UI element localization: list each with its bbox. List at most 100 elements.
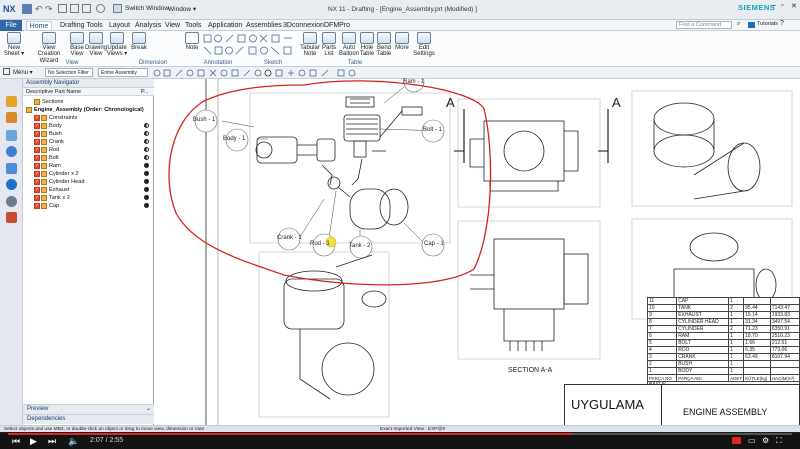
previous-icon[interactable]: ⏮ (12, 436, 20, 447)
cut-icon[interactable] (58, 4, 67, 13)
undo-icon[interactable]: ↶ (35, 4, 43, 15)
tab-dfmpro[interactable]: DFMPro (324, 21, 350, 30)
base-view-button[interactable]: Base View (68, 32, 86, 58)
switch-window-icon[interactable] (113, 4, 122, 13)
navigator-row[interactable]: ✓ Crank (34, 138, 64, 146)
navigator-row[interactable]: ✓ Constraints (34, 114, 77, 122)
visibility-checkbox[interactable]: ✓ (34, 162, 40, 169)
command-search-input[interactable]: Find a Command (676, 21, 732, 29)
column-descriptive-part-name[interactable]: Descriptive Part Name (26, 89, 81, 95)
tab-layout[interactable]: Layout (109, 21, 130, 30)
tab-file[interactable]: File (0, 20, 22, 31)
navigator-row[interactable]: Sections (34, 98, 63, 106)
fullscreen-icon[interactable]: ⛶ (776, 436, 782, 446)
paste-icon[interactable] (82, 4, 91, 13)
navigator-row[interactable]: ✓ Rod (34, 146, 59, 154)
edit-settings-button[interactable]: Edit Settings (413, 32, 435, 58)
drawing-view-button[interactable]: Drawing View (85, 32, 107, 58)
balloon-rod[interactable]: Rod - 1 (310, 241, 330, 247)
navigator-row[interactable]: ✓ Body (34, 122, 62, 130)
new-sheet-button[interactable]: New Sheet ▾ (2, 32, 26, 58)
play-icon[interactable]: ▶ (30, 436, 37, 447)
visibility-checkbox[interactable]: ✓ (34, 146, 40, 153)
parts-list-button[interactable]: Parts List (320, 32, 338, 58)
reuse-library-icon[interactable] (6, 146, 17, 157)
tab-3dconnexion[interactable]: 3Dconnexion (283, 21, 324, 30)
scope-select[interactable]: Entire Assembly (98, 68, 148, 77)
annotation-sketch-icons[interactable] (202, 33, 298, 57)
balloon-bolt[interactable]: Bolt - 1 (423, 127, 442, 133)
tutorials-link[interactable]: Tutorials (757, 21, 778, 27)
navigator-row[interactable]: ✓ Tank x 2 (34, 194, 70, 202)
captions-icon[interactable]: ▭ (748, 436, 756, 445)
navigator-row[interactable]: ✓ Ram (34, 162, 61, 170)
visibility-checkbox[interactable]: ✓ (34, 138, 40, 145)
visibility-checkbox[interactable]: ✓ (34, 170, 40, 177)
copy-icon[interactable] (70, 4, 79, 13)
next-icon[interactable]: ⏭ (48, 436, 56, 447)
redo-icon[interactable]: ↷ (45, 4, 53, 15)
visibility-checkbox[interactable]: ✓ (34, 194, 40, 201)
navigator-row[interactable]: ✓ Bolt (34, 154, 59, 162)
chevron-down-icon[interactable]: ⌄ (146, 405, 151, 412)
navigator-row[interactable]: ✓ Cap (34, 202, 59, 210)
web-browser-icon[interactable] (6, 179, 17, 190)
settings-icon[interactable]: ⚙ (762, 436, 769, 445)
hd3d-tools-icon[interactable] (6, 163, 17, 174)
visibility-checkbox[interactable]: ✓ (34, 178, 40, 185)
balloon-body[interactable]: Body - 1 (223, 136, 245, 142)
snap-icons[interactable] (152, 68, 392, 78)
search-icon[interactable]: ⌕ (737, 21, 740, 28)
auto-balloon-button[interactable]: Auto Balloon (339, 32, 359, 58)
note-button[interactable]: Note (183, 32, 201, 51)
visibility-checkbox[interactable]: ✓ (34, 114, 40, 121)
navigator-row[interactable]: Engine_Assembly (Order: Chronological) (26, 106, 144, 114)
balloon-tank[interactable]: Tank - 2 (349, 243, 370, 249)
tab-view[interactable]: View (165, 21, 180, 30)
tab-application[interactable]: Application (208, 21, 242, 30)
dependencies-panel-header[interactable]: Dependencies (23, 414, 154, 424)
tab-drafting-tools[interactable]: Drafting Tools (60, 21, 103, 30)
switch-window-button[interactable]: Switch Window (125, 5, 169, 12)
more-button[interactable]: More (394, 32, 410, 51)
visibility-checkbox[interactable]: ✓ (34, 122, 40, 129)
balloon-cap[interactable]: Cap - 1 (424, 241, 444, 247)
tab-analysis[interactable]: Analysis (135, 21, 161, 30)
visibility-checkbox[interactable]: ✓ (34, 186, 40, 193)
navigator-row[interactable]: ✓ Exhaust (34, 186, 69, 194)
break-button[interactable]: Break (130, 32, 148, 51)
tab-tools[interactable]: Tools (185, 21, 201, 30)
balloon-bush[interactable]: Bush - 1 (193, 117, 215, 123)
roles-icon[interactable] (6, 212, 17, 223)
part-navigator-icon[interactable] (6, 96, 17, 107)
balloon-ram[interactable]: Ram - 1 (403, 79, 424, 85)
selection-filter-select[interactable]: No Selection Filter (45, 68, 93, 77)
tab-assemblies[interactable]: Assemblies (246, 21, 282, 30)
bend-table-button[interactable]: Bend Table (376, 32, 392, 58)
update-views-button[interactable]: Update Views ▾ (106, 32, 128, 58)
youtube-icon[interactable] (732, 437, 741, 444)
constraint-navigator-icon[interactable] (6, 130, 17, 141)
history-icon[interactable] (6, 196, 17, 207)
help-icon[interactable]: ? (780, 20, 784, 27)
minimize-icon[interactable]: – (772, 2, 776, 9)
navigator-row[interactable]: ✓ Bush (34, 130, 62, 138)
assembly-navigator-icon[interactable] (6, 112, 17, 123)
balloon-crank[interactable]: Crank - 1 (277, 235, 302, 241)
tab-home[interactable]: Home (26, 21, 52, 30)
visibility-checkbox[interactable]: ✓ (34, 202, 40, 209)
window-menu[interactable]: Window ▾ (168, 5, 196, 13)
column-p[interactable]: P... (141, 89, 149, 95)
visibility-checkbox[interactable]: ✓ (34, 154, 40, 161)
repeat-icon[interactable] (96, 4, 105, 13)
navigator-row[interactable]: ✓ Cylinder Head (34, 178, 84, 186)
hole-table-button[interactable]: Hole Table (359, 32, 375, 58)
graphics-window[interactable]: Ram - 1 Bush - 1 Body - 1 Bolt - 1 Crank… (154, 79, 800, 429)
volume-icon[interactable]: 🔈 (68, 436, 79, 447)
tabular-note-button[interactable]: Tabular Note (300, 32, 320, 58)
video-progress-track[interactable] (8, 433, 792, 435)
preview-panel-header[interactable]: Preview ⌄ (23, 404, 154, 414)
close-icon[interactable]: ✕ (791, 2, 797, 10)
restore-icon[interactable]: ▫ (781, 2, 783, 9)
visibility-checkbox[interactable]: ✓ (34, 130, 40, 137)
